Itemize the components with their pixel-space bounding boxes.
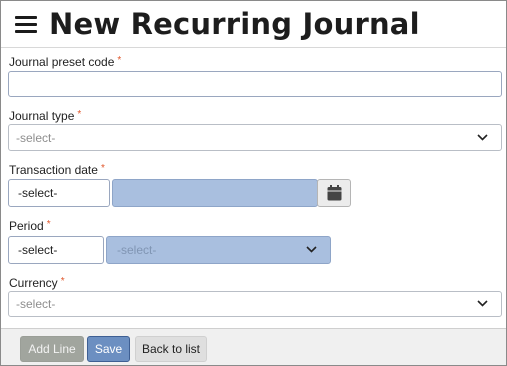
required-asterisk: *: [46, 219, 51, 230]
currency-select[interactable]: -select-: [8, 291, 502, 317]
form-footer: Add Line Save Back to list: [1, 328, 506, 365]
transaction-date-input[interactable]: [112, 179, 318, 207]
chevron-down-icon: [306, 246, 317, 253]
page-title: New Recurring Journal: [49, 7, 420, 41]
currency-label: Currency *: [9, 276, 65, 290]
chevron-down-icon: [477, 133, 488, 141]
required-asterisk: *: [100, 163, 105, 174]
required-asterisk: *: [60, 276, 65, 287]
period-label: Period *: [9, 219, 51, 233]
add-line-button[interactable]: Add Line: [20, 336, 84, 362]
transaction-date-type-select[interactable]: -select-: [8, 179, 110, 207]
calendar-button[interactable]: [317, 179, 351, 207]
page-header: New Recurring Journal: [1, 1, 506, 48]
transaction-date-label: Transaction date *: [9, 163, 105, 177]
save-button[interactable]: Save: [87, 336, 130, 362]
journal-type-value: -select-: [16, 130, 56, 145]
back-to-list-button[interactable]: Back to list: [135, 336, 207, 362]
period-second-select[interactable]: -select-: [106, 236, 331, 264]
journal-type-select[interactable]: -select-: [8, 124, 502, 151]
preset-code-input[interactable]: [8, 71, 502, 97]
required-asterisk: *: [117, 55, 122, 66]
calendar-icon: [327, 185, 341, 201]
journal-type-label: Journal type *: [9, 109, 82, 123]
currency-value: -select-: [16, 297, 56, 311]
period-first-select[interactable]: -select-: [8, 236, 104, 264]
form-window: New Recurring Journal Journal preset cod…: [0, 0, 507, 366]
preset-code-label: Journal preset code *: [9, 55, 122, 69]
chevron-down-icon: [477, 300, 488, 307]
hamburger-menu-icon[interactable]: [15, 15, 37, 33]
required-asterisk: *: [77, 109, 82, 120]
